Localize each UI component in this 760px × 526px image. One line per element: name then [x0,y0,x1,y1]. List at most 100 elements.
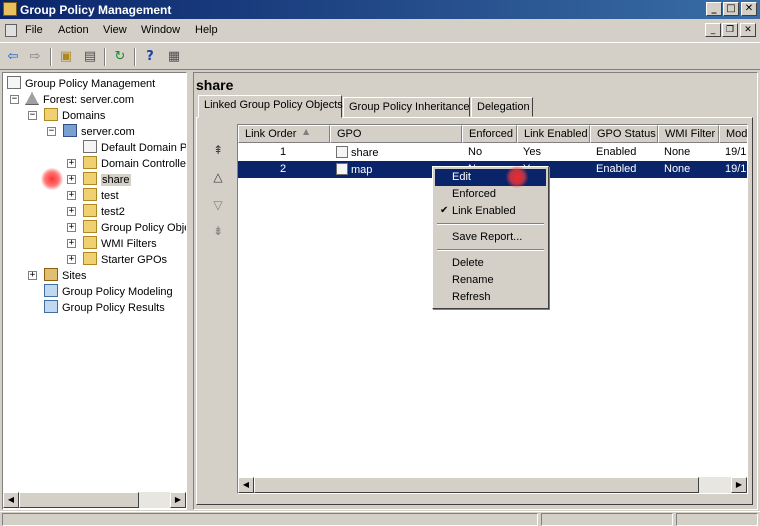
scroll-left-icon[interactable]: ◀ [238,477,254,493]
gpo-icon [336,163,348,175]
console-icon[interactable] [5,24,17,37]
move-to-bottom-icon[interactable]: ⇟ [207,224,229,242]
tab-gp-inheritance[interactable]: Group Policy Inheritance [343,97,470,117]
menu-help[interactable]: Help [195,24,218,36]
ou-icon [83,172,97,185]
menu-view[interactable]: View [103,24,127,36]
gpo-container-icon [83,220,97,233]
expand-icon[interactable]: + [67,255,76,264]
up-folder-icon[interactable]: ▣ [56,47,76,67]
forward-icon[interactable]: ⇨ [25,47,45,67]
cell-modified: 19/1 [725,146,747,158]
scroll-right-icon[interactable]: ▶ [170,492,186,508]
menu-file[interactable]: File [25,24,43,36]
collapse-icon[interactable]: − [28,111,37,120]
scroll-left-icon[interactable]: ◀ [3,492,19,508]
modeling-icon [44,284,58,297]
ou-icon [83,188,97,201]
details-title: share [196,77,234,93]
scroll-thumb[interactable] [19,492,139,508]
collapse-icon[interactable]: − [10,95,19,104]
expand-icon[interactable]: + [67,223,76,232]
menu-item-save-report[interactable]: Save Report... [435,229,546,246]
tree-default-domain-policy[interactable]: Default Domain Po [83,140,186,156]
gpo-link-icon [83,140,97,153]
minimize-button[interactable]: _ [706,2,722,16]
menu-item-link-enabled[interactable]: ✔ Link Enabled [435,203,546,220]
tree-gp-modeling[interactable]: Group Policy Modeling [44,284,173,300]
menu-item-rename[interactable]: Rename [435,272,546,289]
tree-starter-gpos[interactable]: Starter GPOs [83,252,167,268]
col-gpo[interactable]: GPO [330,125,462,143]
tree-horizontal-scrollbar[interactable]: ◀ ▶ [3,492,186,508]
menu-item-enforced[interactable]: Enforced [435,186,546,203]
col-link-enabled[interactable]: Link Enabled [517,125,590,143]
status-panel [676,513,758,526]
move-up-icon[interactable]: △ [207,170,229,188]
expand-icon[interactable]: + [67,239,76,248]
move-down-icon[interactable]: ▽ [207,198,229,216]
tree-domain[interactable]: server.com [63,124,135,140]
child-minimize-button[interactable]: _ [705,23,721,37]
cell-wmi-filter: None [664,146,691,158]
tree-ou-test2[interactable]: test2 [83,204,125,220]
menu-action[interactable]: Action [58,24,89,36]
menu-item-refresh[interactable]: Refresh [435,289,546,306]
tree-ou-test[interactable]: test [83,188,119,204]
menu-item-edit[interactable]: Edit [435,169,546,186]
child-restore-button[interactable]: ❐ [722,23,738,37]
results-icon [44,300,58,313]
maximize-button[interactable]: □ [723,2,739,16]
table-row[interactable]: 1 share No Yes Enabled None 19/1 [238,144,747,161]
col-modified[interactable]: Modi [719,125,747,143]
tab-delegation[interactable]: Delegation [471,97,533,117]
cell-gpo: map [336,163,372,176]
menu-item-delete[interactable]: Delete [435,255,546,272]
properties-icon[interactable]: ▦ [164,47,184,67]
expand-icon[interactable]: + [67,159,76,168]
refresh-icon[interactable]: ↻ [110,47,130,67]
cell-link-order: 2 [280,163,287,175]
toolbar-separator [134,48,136,66]
tree-root[interactable]: Group Policy Management [7,76,155,92]
cell-link-order: 1 [280,146,287,158]
tree-group-policy-objects[interactable]: Group Policy Obje [83,220,186,236]
cell-link-enabled: Yes [523,146,541,158]
child-close-button[interactable]: ✕ [740,23,756,37]
expand-icon[interactable]: + [67,207,76,216]
expand-icon[interactable]: + [28,271,37,280]
collapse-icon[interactable]: − [47,127,56,136]
tree-forest[interactable]: Forest: server.com [25,92,134,108]
menu-window[interactable]: Window [141,24,180,36]
tree-gp-results[interactable]: Group Policy Results [44,300,165,316]
tab-linked-gpos[interactable]: Linked Group Policy Objects [198,95,343,118]
col-link-order[interactable]: Link Order ▲ [238,125,330,143]
expand-icon[interactable]: + [67,191,76,200]
tree-ou-share[interactable]: share [83,172,131,188]
back-icon[interactable]: ⇦ [3,47,23,67]
close-button[interactable]: ✕ [741,2,757,16]
toolbar: ⇦ ⇨ ▣ ▤ ↻ ? ▦ [0,44,760,70]
domains-icon [44,108,58,121]
tree-domain-controllers[interactable]: Domain Controller [83,156,186,172]
starter-gpos-icon [83,252,97,265]
show-hide-tree-icon[interactable]: ▤ [80,47,100,67]
col-enforced[interactable]: Enforced [462,125,517,143]
scroll-thumb[interactable] [254,477,699,493]
tree-domains[interactable]: Domains [44,108,105,124]
expand-icon[interactable]: + [67,175,76,184]
tree-wmi-filters[interactable]: WMI Filters [83,236,157,252]
tree-sites[interactable]: Sites [44,268,86,284]
status-bar [0,511,760,526]
move-to-top-icon[interactable]: ⇞ [207,143,229,161]
scroll-right-icon[interactable]: ▶ [731,477,747,493]
console-tree: Group Policy Management − Forest: server… [2,72,187,510]
domain-icon [63,124,77,137]
forest-icon [25,92,39,105]
col-wmi-filter[interactable]: WMI Filter [658,125,719,143]
col-gpo-status[interactable]: GPO Status [590,125,658,143]
gpmc-icon [7,76,21,89]
window-title: Group Policy Management [20,3,172,17]
list-horizontal-scrollbar[interactable]: ◀ ▶ [238,477,747,493]
help-icon[interactable]: ? [140,47,160,67]
